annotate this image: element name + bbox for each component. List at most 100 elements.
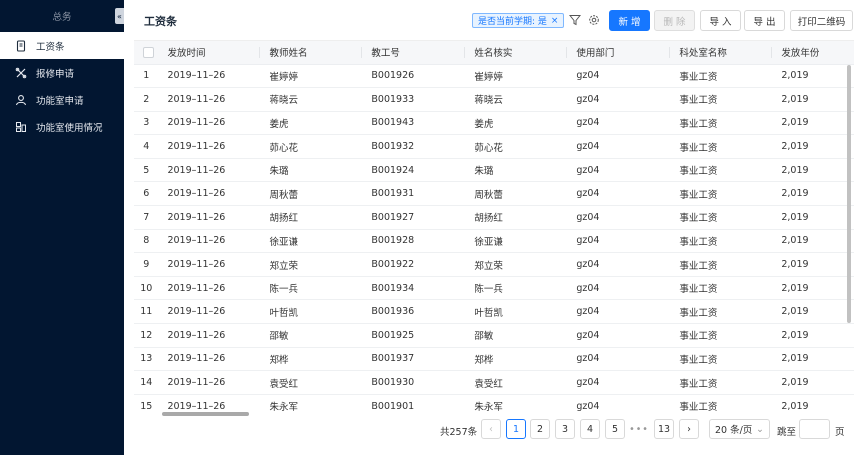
column-header[interactable]: 科处室名称 — [670, 41, 773, 65]
cell-idx: 8 — [134, 229, 159, 254]
jump-page-input[interactable] — [799, 419, 830, 439]
cell-idx: 11 — [134, 299, 159, 325]
table-row[interactable]: 4 2019–11–26 茆心花 B001932 茆心花 gz04 事业工资 2,019 — [134, 134, 854, 159]
table-row[interactable]: 2 2019–11–26 蒋晓云 B001933 蒋晓云 gz04 事业工资 2,019 — [134, 87, 854, 112]
page-ellipsis[interactable]: ••• — [629, 419, 649, 439]
cell-name: 周秋蕾 — [260, 181, 363, 207]
print-qr-button[interactable]: 打印二维码 — [790, 10, 853, 31]
sidebar-item-room-request[interactable]: 功能室申请 — [0, 86, 124, 113]
cell-idx: 7 — [134, 205, 159, 230]
page-size-value: 20 条/页 — [715, 425, 753, 436]
table-row[interactable]: 1 2019–11–26 崔婷婷 B001926 崔婷婷 gz04 事业工资 2,019 — [134, 64, 854, 89]
page-size-select[interactable]: 20 条/页 ⌄ — [709, 419, 770, 439]
table-row[interactable]: 10 2019–11–26 陈一兵 B001934 陈一兵 gz04 事业工资 2,019 — [134, 276, 854, 301]
cell-name: 郑立荣 — [260, 252, 363, 277]
next-page-button[interactable]: › — [679, 419, 699, 439]
table-row[interactable]: 14 2019–11–26 袁受红 B001930 袁受红 gz04 事业工资 2,019 — [134, 370, 854, 395]
page-title: 工资条 — [144, 15, 177, 28]
cell-verify: 陈一兵 — [465, 276, 568, 301]
cell-date: 2019–11–26 — [158, 370, 261, 395]
cell-type: 事业工资 — [670, 323, 773, 348]
page-button-5[interactable]: 5 — [605, 419, 625, 439]
cell-year: 2,019 — [772, 252, 854, 277]
cell-date: 2019–11–26 — [158, 323, 261, 348]
cell-type: 事业工资 — [670, 87, 773, 112]
page-button-2[interactable]: 2 — [530, 419, 550, 439]
cell-idx: 12 — [134, 323, 159, 348]
cell-verify: 胡扬红 — [465, 205, 568, 230]
page-button-1[interactable]: 1 — [506, 419, 526, 439]
cell-dept: gz04 — [567, 87, 671, 112]
cell-year: 2,019 — [772, 64, 854, 89]
cell-year: 2,019 — [772, 394, 854, 415]
sidebar-item-salary-slip[interactable]: 工资条 — [0, 32, 124, 59]
cell-name: 袁受红 — [260, 370, 363, 395]
cell-dept: gz04 — [567, 370, 671, 395]
table-row[interactable]: 6 2019–11–26 周秋蕾 B001931 周秋蕾 gz04 事业工资 2,019 — [134, 181, 854, 207]
collapse-sidebar-button[interactable]: « — [115, 8, 124, 24]
cell-date: 2019–11–26 — [158, 64, 261, 89]
table-row[interactable]: 8 2019–11–26 徐亚谦 B001928 徐亚谦 gz04 事业工资 2,019 — [134, 229, 854, 254]
column-header[interactable]: 使用部门 — [567, 41, 671, 65]
vertical-scrollbar[interactable] — [847, 65, 851, 323]
cell-verify: 郑桦 — [465, 347, 568, 372]
chart-icon — [14, 120, 28, 134]
prev-page-button[interactable]: ‹ — [481, 419, 501, 439]
cell-date: 2019–11–26 — [158, 87, 261, 112]
page-button-4[interactable]: 4 — [580, 419, 600, 439]
export-button[interactable]: 导 出 — [744, 10, 785, 31]
filter-tag[interactable]: 是否当前学期: 是 × — [472, 13, 565, 28]
table-row[interactable]: 11 2019–11–26 叶哲凯 B001936 叶哲凯 gz04 事业工资 2,019 — [134, 299, 854, 325]
cell-name: 朱璐 — [260, 158, 363, 183]
cell-year: 2,019 — [772, 347, 854, 372]
table-row[interactable]: 9 2019–11–26 郑立荣 B001922 郑立荣 gz04 事业工资 2,019 — [134, 252, 854, 277]
table-row[interactable]: 7 2019–11–26 胡扬红 B001927 胡扬红 gz04 事业工资 2,019 — [134, 205, 854, 230]
cell-no: B001924 — [362, 158, 466, 183]
table-row[interactable]: 3 2019–11–26 姜虎 B001943 姜虎 gz04 事业工资 2,019 — [134, 111, 854, 136]
cell-type: 事业工资 — [670, 64, 773, 89]
column-header[interactable]: 教师姓名 — [260, 41, 363, 65]
column-header[interactable]: 发放时间 — [158, 41, 261, 65]
sidebar-item-repair-request[interactable]: 报修申请 — [0, 59, 124, 86]
table-row[interactable]: 12 2019–11–26 邵敏 B001925 邵敏 gz04 事业工资 2,019 — [134, 323, 854, 348]
cell-no: B001936 — [362, 299, 466, 325]
add-button[interactable]: 新 增 — [609, 10, 650, 31]
cell-verify: 崔婷婷 — [465, 64, 568, 89]
cell-type: 事业工资 — [670, 134, 773, 159]
column-header[interactable]: 姓名核实 — [465, 41, 568, 65]
horizontal-scrollbar[interactable] — [162, 412, 249, 416]
table-row[interactable]: 5 2019–11–26 朱璐 B001924 朱璐 gz04 事业工资 2,019 — [134, 158, 854, 183]
cell-verify: 茆心花 — [465, 134, 568, 159]
cell-type: 事业工资 — [670, 299, 773, 325]
cell-dept: gz04 — [567, 64, 671, 89]
column-header[interactable]: 发放年份 — [772, 41, 854, 65]
page-button-3[interactable]: 3 — [555, 419, 575, 439]
cell-year: 2,019 — [772, 323, 854, 348]
column-header[interactable]: 教工号 — [362, 41, 466, 65]
cell-verify: 朱永军 — [465, 394, 568, 415]
cell-dept: gz04 — [567, 111, 671, 136]
cell-date: 2019–11–26 — [158, 252, 261, 277]
cell-idx: 14 — [134, 370, 159, 395]
table-row[interactable]: 13 2019–11–26 郑桦 B001937 郑桦 gz04 事业工资 2,019 — [134, 347, 854, 372]
cell-year: 2,019 — [772, 229, 854, 254]
jump-label: 跳至 — [777, 427, 797, 438]
cell-year: 2,019 — [772, 87, 854, 112]
sidebar-header: 总务 « — [0, 0, 124, 32]
cell-name: 叶哲凯 — [260, 299, 363, 325]
cell-no: B001925 — [362, 323, 466, 348]
filter-icon[interactable] — [568, 13, 582, 27]
close-icon[interactable]: × — [551, 16, 559, 26]
cell-idx: 2 — [134, 87, 159, 112]
cell-name: 徐亚谦 — [260, 229, 363, 254]
gear-icon[interactable] — [587, 13, 601, 27]
cell-verify: 姜虎 — [465, 111, 568, 136]
cell-year: 2,019 — [772, 181, 854, 207]
page-button-last[interactable]: 13 — [654, 419, 674, 439]
select-all-checkbox[interactable] — [143, 46, 154, 58]
delete-button[interactable]: 删 除 — [654, 10, 695, 31]
import-button[interactable]: 导 入 — [700, 10, 741, 31]
cell-type: 事业工资 — [670, 205, 773, 230]
sidebar-item-room-usage[interactable]: 功能室使用情况 — [0, 113, 124, 140]
cell-name: 郑桦 — [260, 347, 363, 372]
